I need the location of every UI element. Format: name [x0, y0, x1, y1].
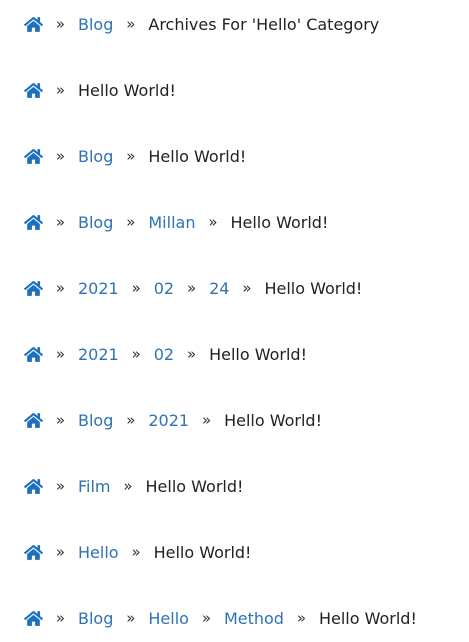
- breadcrumb-list: » Blog » Archives For 'Hello' Category » Hell…: [0, 0, 469, 642]
- breadcrumb-current: Hello World!: [209, 344, 307, 364]
- breadcrumb: » Blog » Archives For 'Hello' Category: [24, 12, 379, 36]
- breadcrumb-current: Hello World!: [153, 542, 252, 562]
- breadcrumb-link[interactable]: Blog: [78, 15, 113, 34]
- breadcrumb: » Blog » Millan » Hello World!: [24, 210, 328, 234]
- breadcrumb-separator: »: [55, 81, 66, 99]
- breadcrumb: » Blog » 2021 » Hello World!: [24, 408, 322, 432]
- breadcrumb-separator: »: [126, 213, 136, 231]
- breadcrumb-separator: »: [242, 279, 252, 297]
- breadcrumb-separator: »: [55, 279, 66, 297]
- home-icon[interactable]: [24, 214, 43, 231]
- breadcrumb: » 2021 » 02 » 24 » Hello World!: [24, 276, 362, 300]
- breadcrumb-separator: »: [55, 15, 66, 33]
- breadcrumb-separator: »: [55, 477, 66, 495]
- breadcrumb-separator: »: [126, 411, 136, 429]
- home-icon[interactable]: [24, 478, 43, 495]
- breadcrumb-current: Hello World!: [318, 608, 417, 628]
- breadcrumb-link[interactable]: 02: [154, 345, 174, 364]
- home-icon[interactable]: [24, 280, 43, 297]
- breadcrumb-separator: »: [55, 411, 66, 429]
- breadcrumb-link[interactable]: Method: [224, 609, 284, 628]
- breadcrumb: » Blog » Hello World!: [24, 144, 246, 168]
- breadcrumb-link[interactable]: Blog: [78, 411, 113, 430]
- breadcrumb-link[interactable]: Film: [78, 477, 111, 496]
- breadcrumb-separator: »: [126, 609, 136, 627]
- breadcrumb-separator: »: [126, 147, 136, 165]
- breadcrumb-link[interactable]: 24: [209, 279, 229, 298]
- breadcrumb-link[interactable]: Blog: [78, 213, 113, 232]
- breadcrumb-link[interactable]: 2021: [78, 345, 119, 364]
- breadcrumb-separator: »: [55, 147, 66, 165]
- breadcrumb-separator: »: [131, 345, 141, 363]
- breadcrumb-separator: »: [55, 345, 66, 363]
- breadcrumb: » 2021 » 02 » Hello World!: [24, 342, 307, 366]
- breadcrumb-separator: »: [126, 15, 136, 33]
- breadcrumb-separator: »: [131, 279, 141, 297]
- home-icon[interactable]: [24, 412, 43, 429]
- home-icon[interactable]: [24, 16, 43, 33]
- breadcrumb-separator: »: [208, 213, 218, 231]
- breadcrumb-current: Hello World!: [78, 80, 176, 100]
- breadcrumb-separator: »: [296, 609, 307, 627]
- breadcrumb-separator: »: [55, 213, 66, 231]
- breadcrumb-link[interactable]: Millan: [148, 213, 195, 232]
- home-icon[interactable]: [24, 148, 43, 165]
- breadcrumb-separator: »: [55, 609, 66, 627]
- breadcrumb-separator: »: [123, 477, 133, 495]
- home-icon[interactable]: [24, 346, 43, 363]
- breadcrumb-separator: »: [55, 543, 66, 561]
- breadcrumb: » Blog » Hello » Method » Hello World!: [24, 606, 417, 630]
- breadcrumb-separator: »: [201, 609, 212, 627]
- breadcrumb-link[interactable]: Hello: [148, 609, 189, 628]
- breadcrumb-current: Hello World!: [148, 146, 247, 166]
- breadcrumb-current: Hello World!: [264, 278, 363, 298]
- breadcrumb-separator: »: [131, 543, 141, 561]
- breadcrumb: » Hello » Hello World!: [24, 540, 251, 564]
- breadcrumb-current: Hello World!: [145, 476, 244, 496]
- breadcrumb: » Hello World!: [24, 78, 176, 102]
- breadcrumb-link[interactable]: 2021: [148, 411, 189, 430]
- breadcrumb-link[interactable]: 02: [154, 279, 174, 298]
- breadcrumb-current: Archives For 'Hello' Category: [148, 14, 380, 34]
- home-icon[interactable]: [24, 82, 43, 99]
- breadcrumb-separator: »: [202, 411, 212, 429]
- breadcrumb-separator: »: [186, 345, 197, 363]
- home-icon[interactable]: [24, 544, 43, 561]
- breadcrumb-current: Hello World!: [224, 410, 322, 430]
- breadcrumb-link[interactable]: Blog: [78, 147, 113, 166]
- breadcrumb-link[interactable]: Hello: [78, 543, 119, 562]
- home-icon[interactable]: [24, 610, 43, 627]
- breadcrumb-current: Hello World!: [230, 212, 329, 232]
- breadcrumb-link[interactable]: Blog: [78, 609, 113, 628]
- breadcrumb-link[interactable]: 2021: [78, 279, 119, 298]
- breadcrumb-separator: »: [186, 279, 197, 297]
- breadcrumb: » Film » Hello World!: [24, 474, 243, 498]
